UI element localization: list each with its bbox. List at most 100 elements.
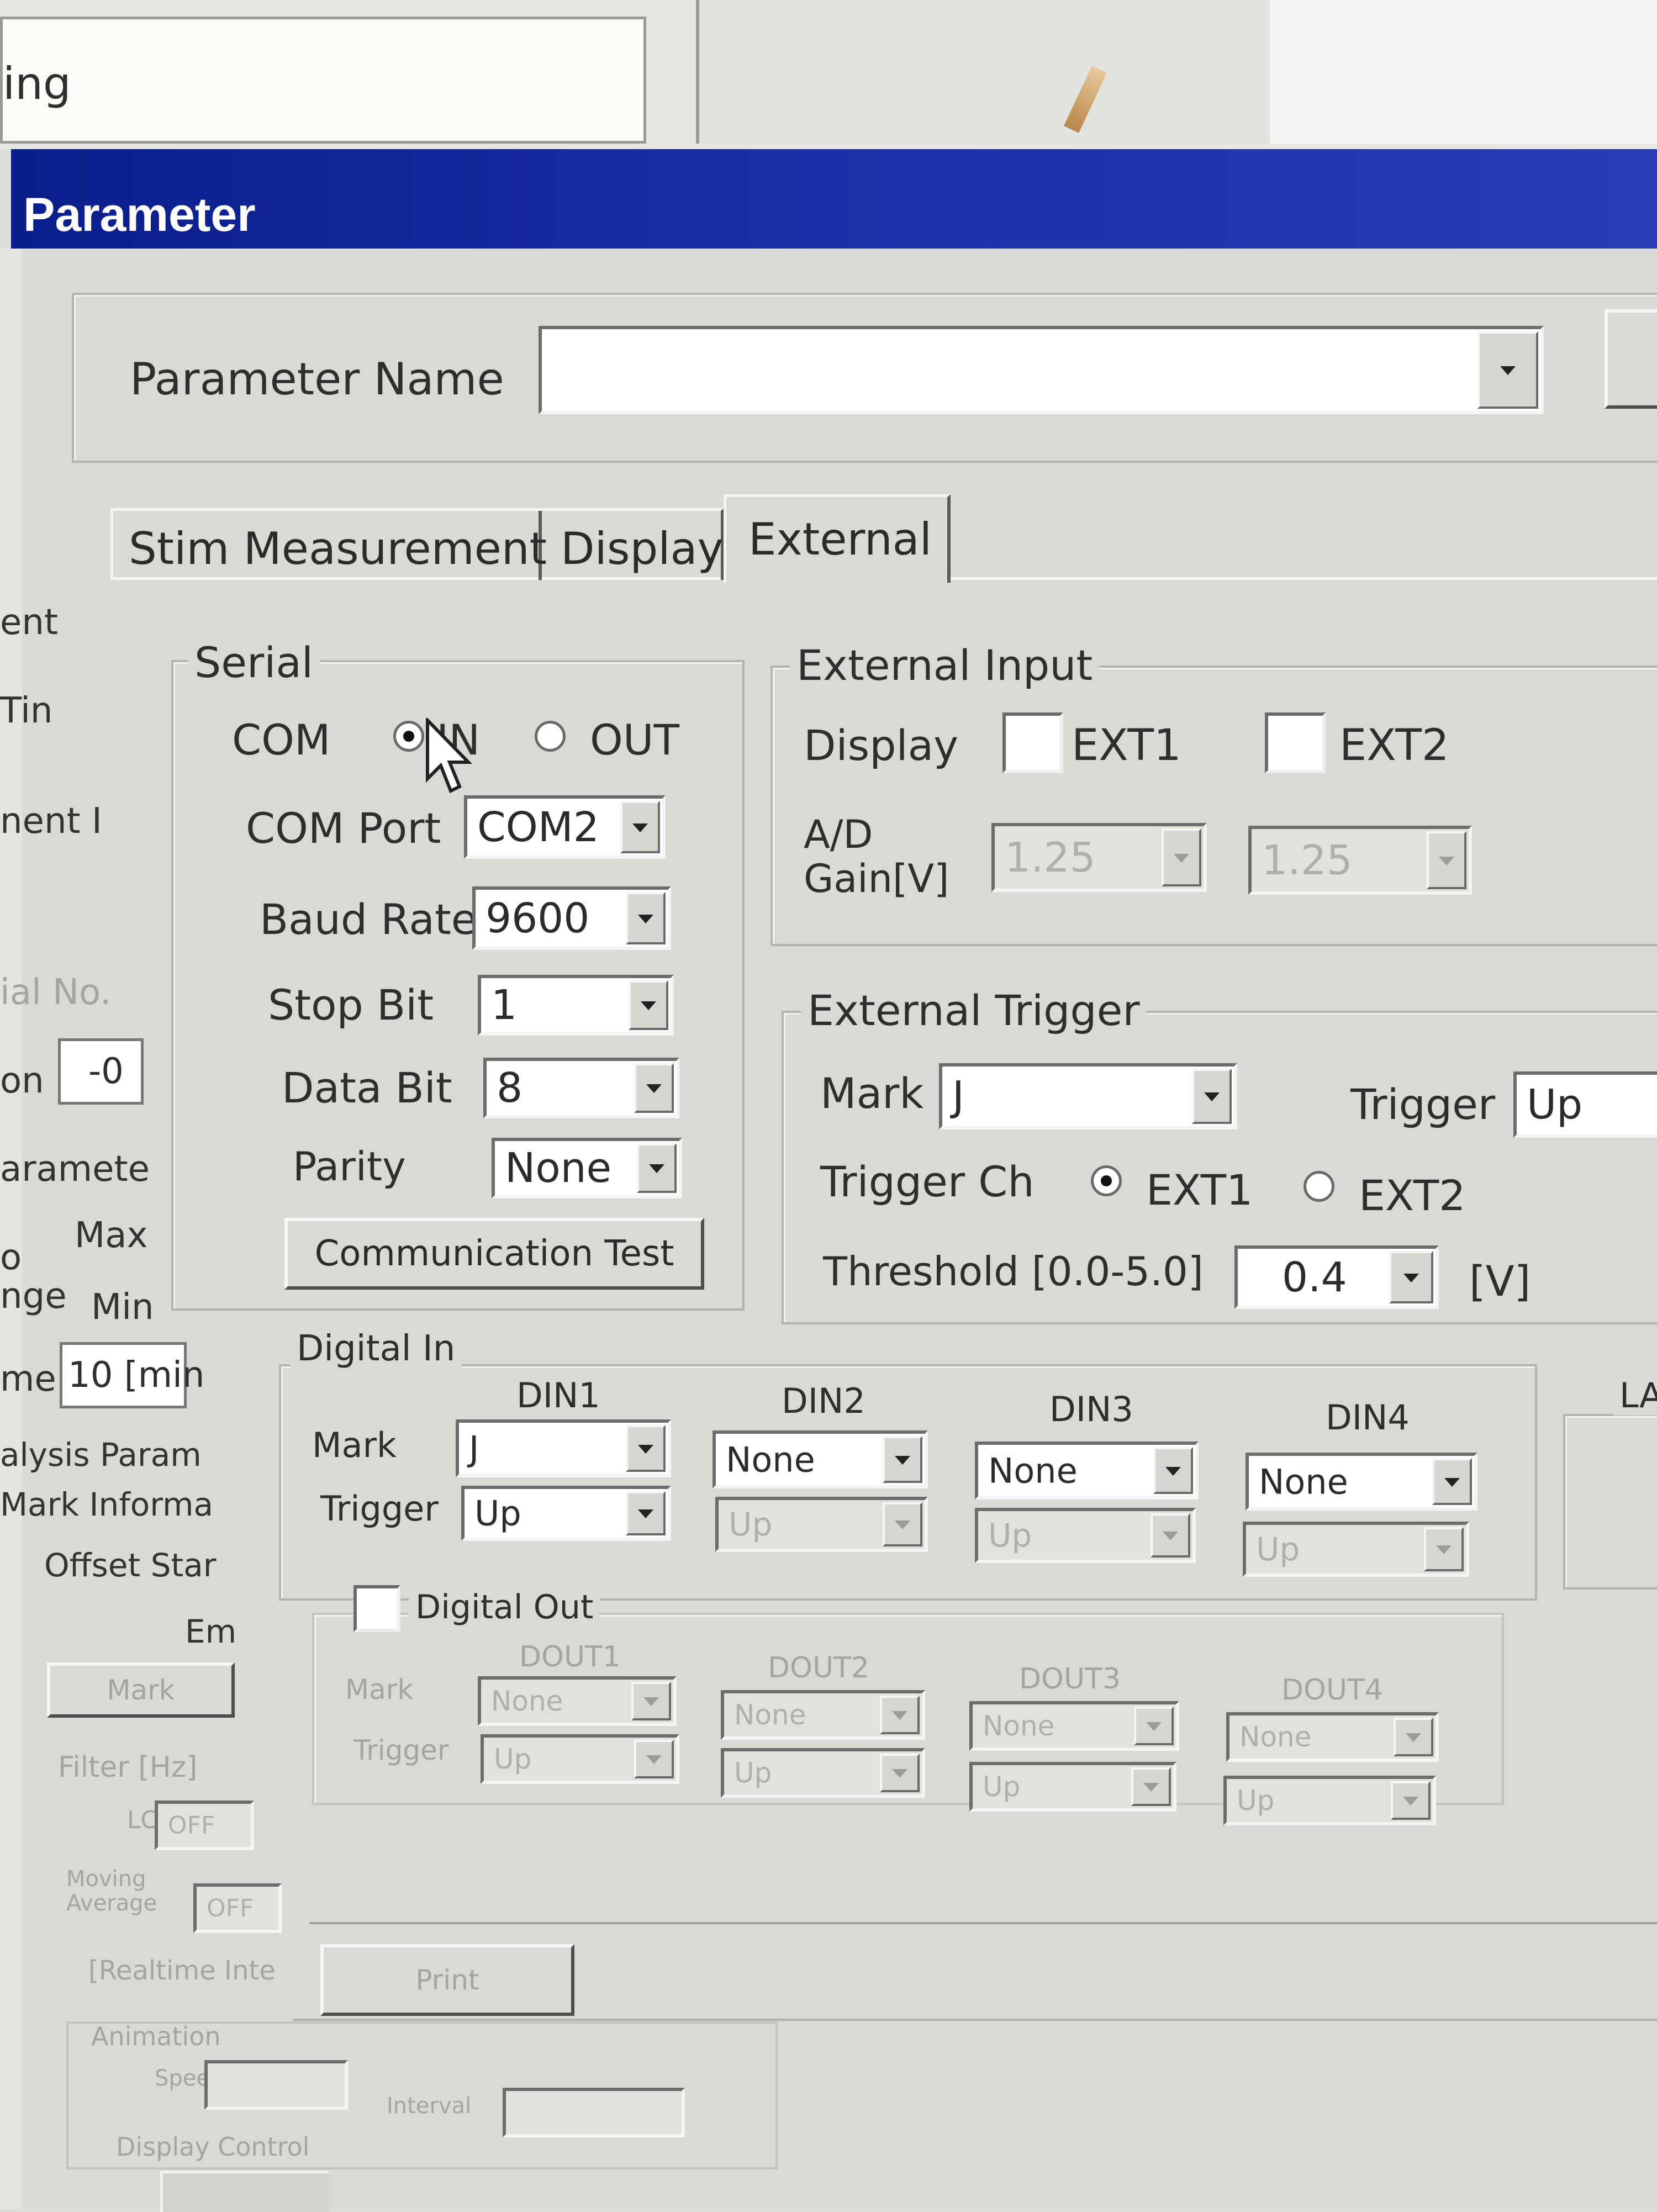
threshold-spinner[interactable]: 0.4 xyxy=(1234,1245,1439,1309)
trigger-mark-select[interactable]: J xyxy=(939,1063,1237,1129)
chevron-down-icon[interactable] xyxy=(634,1740,674,1778)
bg-moving-average-select[interactable]: OFF xyxy=(193,1883,282,1933)
chevron-down-icon[interactable] xyxy=(626,1491,666,1535)
trigger-ch-ext1-radio[interactable] xyxy=(1091,1165,1122,1196)
chevron-down-icon[interactable] xyxy=(1432,1458,1472,1505)
din3-mark-select[interactable]: None xyxy=(975,1442,1199,1500)
chevron-down-icon[interactable] xyxy=(1391,1781,1431,1820)
bg-label: Tin xyxy=(0,690,53,731)
dout2-mark-select[interactable]: None xyxy=(721,1690,925,1740)
bg-label: ent xyxy=(0,602,59,643)
chevron-down-icon[interactable] xyxy=(1427,831,1466,889)
chevron-down-icon[interactable] xyxy=(620,801,660,853)
dout4-trigger-select[interactable]: Up xyxy=(1223,1776,1436,1825)
external-input-group xyxy=(771,666,1657,946)
print-button[interactable]: Print xyxy=(320,1944,574,2016)
din1-mark-value: J xyxy=(469,1428,479,1469)
dout2-trigger-value: Up xyxy=(734,1757,772,1789)
bg-bottom-button[interactable] xyxy=(160,2171,329,2212)
tab-external[interactable]: External xyxy=(724,494,951,583)
com-in-radio[interactable] xyxy=(393,721,424,752)
dout4-mark-select[interactable]: None xyxy=(1226,1712,1439,1762)
chevron-down-icon[interactable] xyxy=(1151,1513,1190,1558)
bg-mark-button[interactable]: Mark xyxy=(47,1662,235,1718)
chevron-down-icon[interactable] xyxy=(1131,1767,1171,1806)
ad-gain-ext2-value: 1.25 xyxy=(1262,836,1353,884)
bg-label: Mark Informa xyxy=(0,1486,214,1523)
parameter-name-select[interactable] xyxy=(539,326,1544,414)
dout1-trigger-select[interactable]: Up xyxy=(481,1734,679,1784)
chevron-down-icon[interactable] xyxy=(1424,1527,1464,1571)
bg-mark-button-label: Mark xyxy=(107,1674,175,1706)
tab-stim-measurement[interactable]: Stim Measurement xyxy=(110,508,547,580)
parameter-side-button[interactable] xyxy=(1605,309,1657,409)
ext1-display-checkbox[interactable] xyxy=(1002,712,1063,773)
baud-rate-label: Baud Rate xyxy=(260,895,477,944)
din2-trigger-select[interactable]: Up xyxy=(715,1497,928,1552)
chevron-down-icon[interactable] xyxy=(1192,1069,1232,1124)
din3-mark-value: None xyxy=(988,1450,1078,1491)
com-port-value: COM2 xyxy=(477,803,599,851)
chevron-down-icon[interactable] xyxy=(631,1682,671,1720)
din2-trigger-value: Up xyxy=(729,1506,773,1543)
dout2-trigger-select[interactable]: Up xyxy=(721,1748,925,1798)
chevron-down-icon[interactable] xyxy=(634,1063,674,1113)
data-bit-select[interactable]: 8 xyxy=(483,1058,679,1118)
din2-mark-select[interactable]: None xyxy=(713,1430,928,1488)
stop-bit-select[interactable]: 1 xyxy=(478,975,674,1036)
ext2-display-checkbox[interactable] xyxy=(1265,712,1326,773)
din1-mark-select[interactable]: J xyxy=(456,1419,671,1477)
chevron-down-icon[interactable] xyxy=(1162,828,1201,886)
dialog-title-bar[interactable]: Parameter xyxy=(11,149,1657,249)
chevron-down-icon[interactable] xyxy=(626,1425,666,1472)
ad-gain-ext2-select[interactable]: 1.25 xyxy=(1248,826,1472,895)
chevron-down-icon[interactable] xyxy=(1394,1718,1433,1756)
din1-trigger-select[interactable]: Up xyxy=(461,1486,671,1541)
bg-lcf-value: OFF xyxy=(168,1811,215,1840)
parity-select[interactable]: None xyxy=(492,1138,682,1199)
ad-gain-ext1-select[interactable]: 1.25 xyxy=(991,823,1207,892)
stop-bit-value: 1 xyxy=(491,981,518,1029)
dout2-mark-value: None xyxy=(734,1699,806,1731)
bg-time-text: 10 [min xyxy=(68,1355,205,1396)
din1-header: DIN1 xyxy=(516,1375,600,1416)
bg-lcf-select[interactable]: OFF xyxy=(155,1801,254,1850)
chevron-down-icon[interactable] xyxy=(880,1696,920,1734)
digital-out-checkbox[interactable] xyxy=(353,1585,400,1632)
chevron-down-icon[interactable] xyxy=(1153,1447,1193,1494)
tab-display[interactable]: Display xyxy=(539,508,724,580)
dout1-mark-select[interactable]: None xyxy=(478,1676,677,1726)
baud-rate-select[interactable]: 9600 xyxy=(472,886,671,950)
parity-label: Parity xyxy=(293,1143,406,1190)
trigger-ch-ext2-radio[interactable] xyxy=(1304,1171,1334,1202)
com-out-radio[interactable] xyxy=(535,721,566,752)
chevron-down-icon[interactable] xyxy=(626,892,666,944)
chevron-down-icon[interactable] xyxy=(629,980,668,1030)
tab-stim-measurement-label: Stim Measurement xyxy=(129,523,547,574)
background-text-field[interactable]: ing xyxy=(0,17,646,144)
chevron-down-icon[interactable] xyxy=(637,1143,677,1193)
din4-trigger-select[interactable]: Up xyxy=(1243,1522,1469,1577)
bg-time-field[interactable]: 10 [min xyxy=(60,1342,204,1408)
chevron-down-icon[interactable] xyxy=(883,1502,922,1546)
din1-trigger-value: Up xyxy=(474,1493,521,1534)
communication-test-label: Communication Test xyxy=(314,1233,674,1274)
din4-mark-select[interactable]: None xyxy=(1246,1453,1477,1511)
dout3-header: DOUT3 xyxy=(1019,1662,1121,1696)
bg-value-field[interactable]: -0 xyxy=(58,1038,144,1105)
dout3-trigger-select[interactable]: Up xyxy=(969,1762,1176,1812)
com-label: COM xyxy=(232,715,331,764)
com-port-select[interactable]: COM2 xyxy=(464,795,666,859)
chevron-down-icon[interactable] xyxy=(883,1436,922,1483)
chevron-down-icon[interactable] xyxy=(1477,331,1538,409)
spinner-arrows-icon[interactable] xyxy=(1389,1251,1433,1303)
dout3-mark-select[interactable]: None xyxy=(969,1701,1179,1751)
communication-test-button[interactable]: Communication Test xyxy=(284,1218,704,1290)
threshold-label: Threshold [0.0-5.0] xyxy=(823,1248,1204,1295)
bg-label: nge xyxy=(0,1276,67,1317)
chevron-down-icon[interactable] xyxy=(880,1754,920,1792)
trigger-edge-select[interactable]: Up xyxy=(1513,1071,1657,1138)
chevron-down-icon[interactable] xyxy=(1134,1707,1174,1745)
digital-out-group-label: Digital Out xyxy=(409,1588,600,1627)
din3-trigger-select[interactable]: Up xyxy=(975,1508,1196,1563)
